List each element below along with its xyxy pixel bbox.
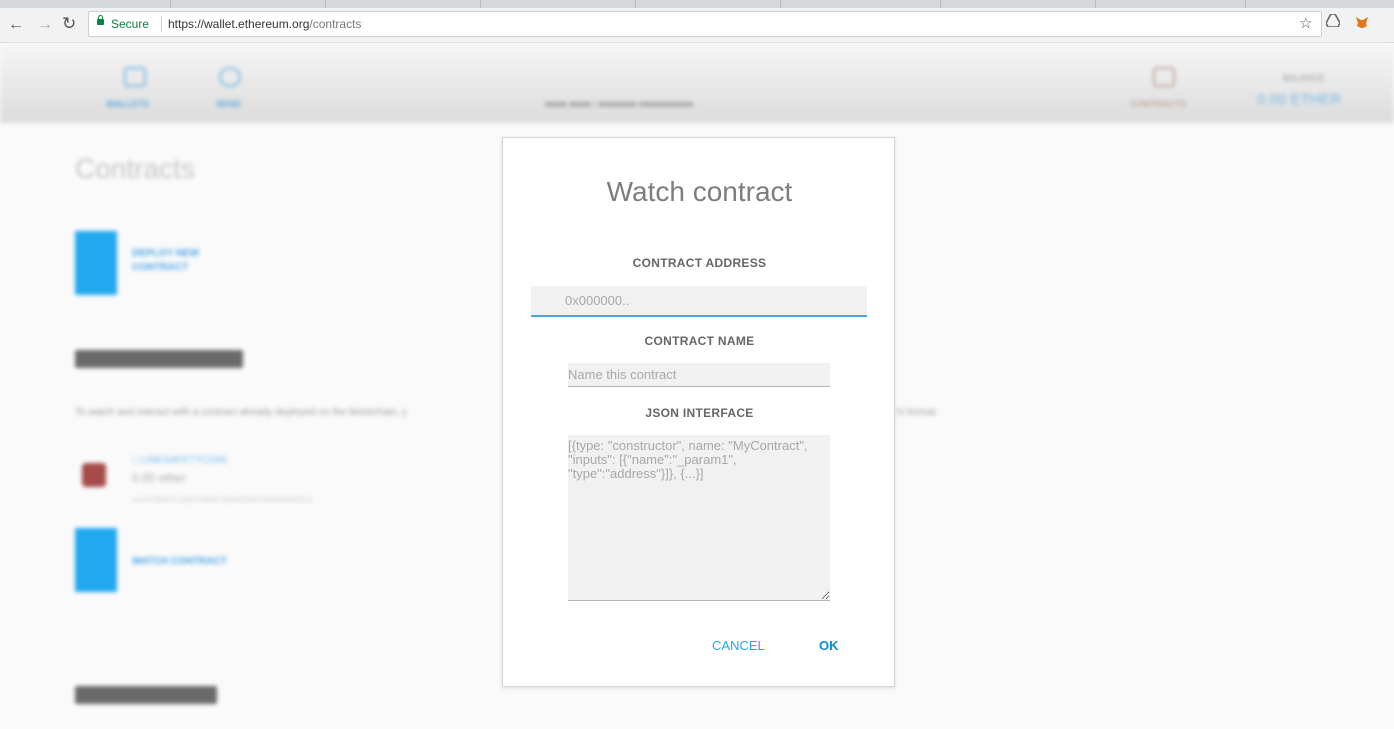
browser-tab[interactable] bbox=[780, 0, 781, 8]
lock-icon bbox=[97, 15, 104, 25]
star-icon[interactable]: ☆ bbox=[1299, 14, 1312, 32]
contract-address-label: CONTRACT ADDRESS bbox=[632, 256, 767, 270]
contract-name-input[interactable] bbox=[568, 363, 830, 387]
deploy-contract-icon[interactable] bbox=[75, 231, 117, 295]
custom-contracts-description-end: N format. bbox=[897, 407, 939, 418]
browser-tab-strip bbox=[0, 0, 1394, 8]
url-text[interactable]: https://wallet.ethereum.org/contracts bbox=[168, 17, 361, 31]
browser-tab[interactable] bbox=[1095, 0, 1096, 8]
contract-address: 0xA4F2E8A3C1B9D7F6E5C4B3A291807060504030… bbox=[132, 497, 313, 504]
custom-contracts-heading bbox=[75, 350, 243, 368]
secure-label: Secure bbox=[111, 17, 150, 31]
address-bar-divider bbox=[161, 16, 162, 32]
custom-contracts-description: To watch and interact with a contract al… bbox=[75, 407, 407, 418]
forward-arrow-icon[interactable]: → bbox=[37, 17, 53, 33]
json-interface-textarea[interactable] bbox=[568, 435, 830, 601]
back-arrow-icon[interactable]: ← bbox=[8, 17, 24, 33]
contract-balance: 0.00 ether bbox=[132, 471, 187, 485]
deploy-contract-link[interactable]: DEPLOY NEW CONTRACT bbox=[132, 247, 199, 275]
cancel-button[interactable]: CANCEL bbox=[712, 638, 765, 653]
contracts-nav-label[interactable]: CONTRACTS bbox=[1130, 99, 1187, 109]
drive-icon[interactable] bbox=[1325, 13, 1341, 31]
dialog-title: Watch contract bbox=[606, 176, 793, 207]
send-icon[interactable] bbox=[219, 67, 241, 87]
contract-name-label: CONTRACT NAME bbox=[644, 334, 755, 348]
wallet-header: WALLETS SEND ■■■■ ■■■■ | ■■■■■■■ ■■■■■■■… bbox=[0, 43, 1394, 123]
url-path: /contracts bbox=[309, 17, 362, 31]
page-title: Contracts bbox=[75, 153, 195, 184]
json-interface-label: JSON INTERFACE bbox=[645, 406, 754, 420]
address-bar[interactable]: Secure https://wallet.ethereum.org/contr… bbox=[88, 11, 1322, 37]
wallets-icon[interactable] bbox=[124, 67, 146, 87]
custom-tokens-heading bbox=[75, 686, 217, 704]
ok-button[interactable]: OK bbox=[819, 638, 839, 653]
wallets-nav-label[interactable]: WALLETS bbox=[106, 99, 149, 109]
watch-contract-link[interactable]: WATCH CONTRACT bbox=[132, 555, 227, 569]
watch-contract-icon[interactable] bbox=[75, 528, 117, 592]
reload-icon[interactable]: ↻ bbox=[62, 15, 76, 32]
browser-tab[interactable] bbox=[170, 0, 171, 8]
contract-identicon[interactable] bbox=[82, 463, 106, 487]
browser-tab[interactable] bbox=[325, 0, 326, 8]
browser-tab[interactable] bbox=[940, 0, 941, 8]
browser-toolbar: ← → ↻ Secure https://wallet.ethereum.org… bbox=[0, 8, 1394, 43]
contract-address-input[interactable] bbox=[531, 286, 867, 317]
contract-name[interactable]: □ LINKSAFETYCOIN bbox=[132, 455, 227, 466]
browser-tab[interactable] bbox=[635, 0, 636, 8]
url-host: https://wallet.ethereum.org bbox=[168, 17, 310, 31]
watch-contract-dialog: Watch contract CONTRACT ADDRESS CONTRACT… bbox=[502, 137, 895, 687]
contracts-icon[interactable] bbox=[1153, 67, 1175, 87]
balance-value: 0.00 ETHER bbox=[1257, 91, 1342, 108]
balance-label: BALANCE bbox=[1283, 73, 1326, 83]
metamask-fox-icon[interactable] bbox=[1356, 15, 1368, 32]
send-nav-label[interactable]: SEND bbox=[216, 99, 241, 109]
browser-tab[interactable] bbox=[480, 0, 481, 8]
network-status: ■■■■ ■■■■ | ■■■■■■■ ■■■■■■■■■■ bbox=[545, 99, 694, 109]
browser-tab[interactable] bbox=[1245, 0, 1246, 8]
